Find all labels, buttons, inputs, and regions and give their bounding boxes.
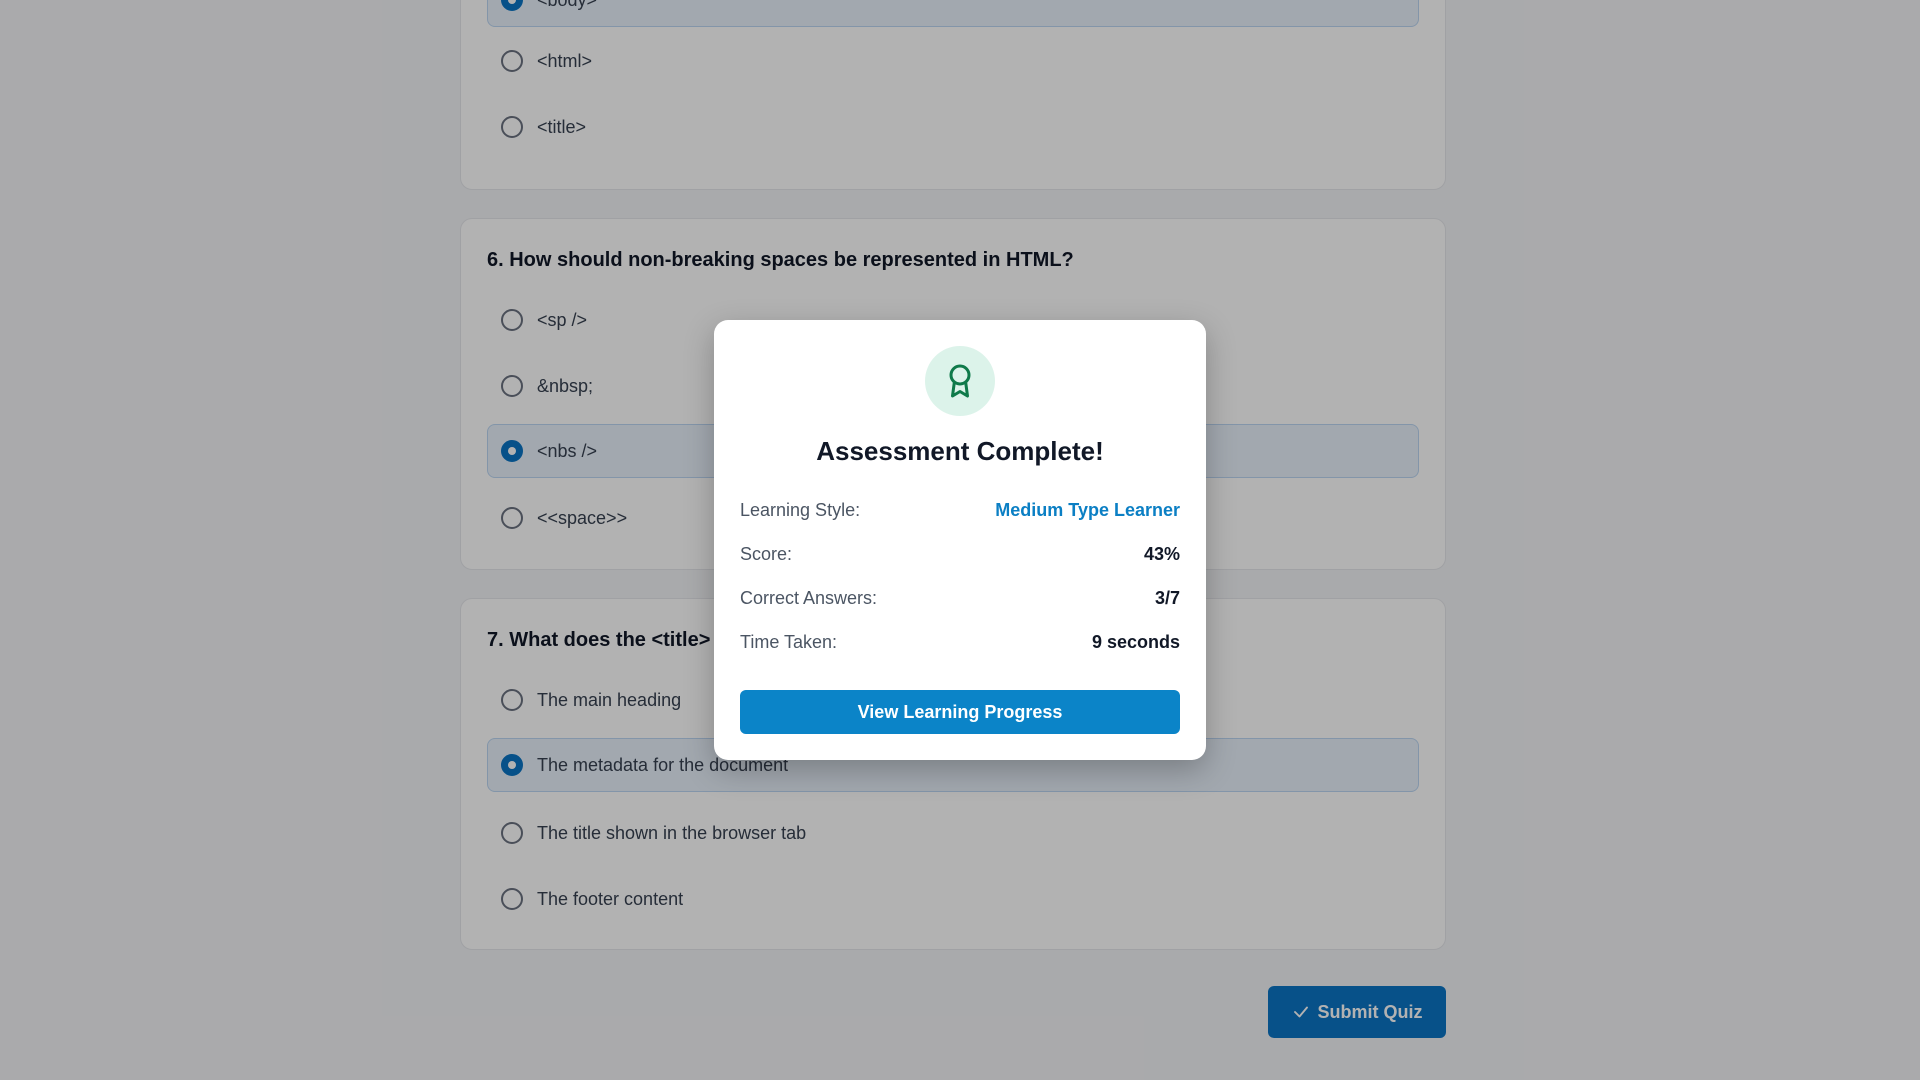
stat-value: 3/7: [1154, 587, 1180, 608]
stat-label: Time Taken:: [740, 631, 838, 652]
award-badge: [925, 346, 995, 416]
stat-value: 43%: [1143, 543, 1180, 564]
stat-label: Score:: [740, 543, 793, 564]
assessment-complete-modal: Assessment Complete! Learning Style: Med…: [714, 320, 1206, 760]
modal-title: Assessment Complete!: [816, 436, 1104, 466]
view-learning-progress-button[interactable]: View Learning Progress: [740, 690, 1180, 734]
stat-label: Correct Answers:: [740, 587, 878, 608]
stat-correct-answers: Correct Answers: 3/7: [740, 586, 1180, 610]
stat-value: 9 seconds: [1091, 631, 1180, 652]
stat-learning-style: Learning Style: Medium Type Learner: [740, 498, 1180, 522]
quiz-page: <body> <html> <title> 6. How should non-…: [0, 0, 1920, 1080]
stat-time-taken: Time Taken: 9 seconds: [740, 630, 1180, 654]
stat-score: Score: 43%: [740, 542, 1180, 566]
award-ribbon-icon: [949, 364, 971, 398]
stat-value: Medium Type Learner: [995, 499, 1180, 520]
stat-label: Learning Style:: [740, 499, 861, 520]
